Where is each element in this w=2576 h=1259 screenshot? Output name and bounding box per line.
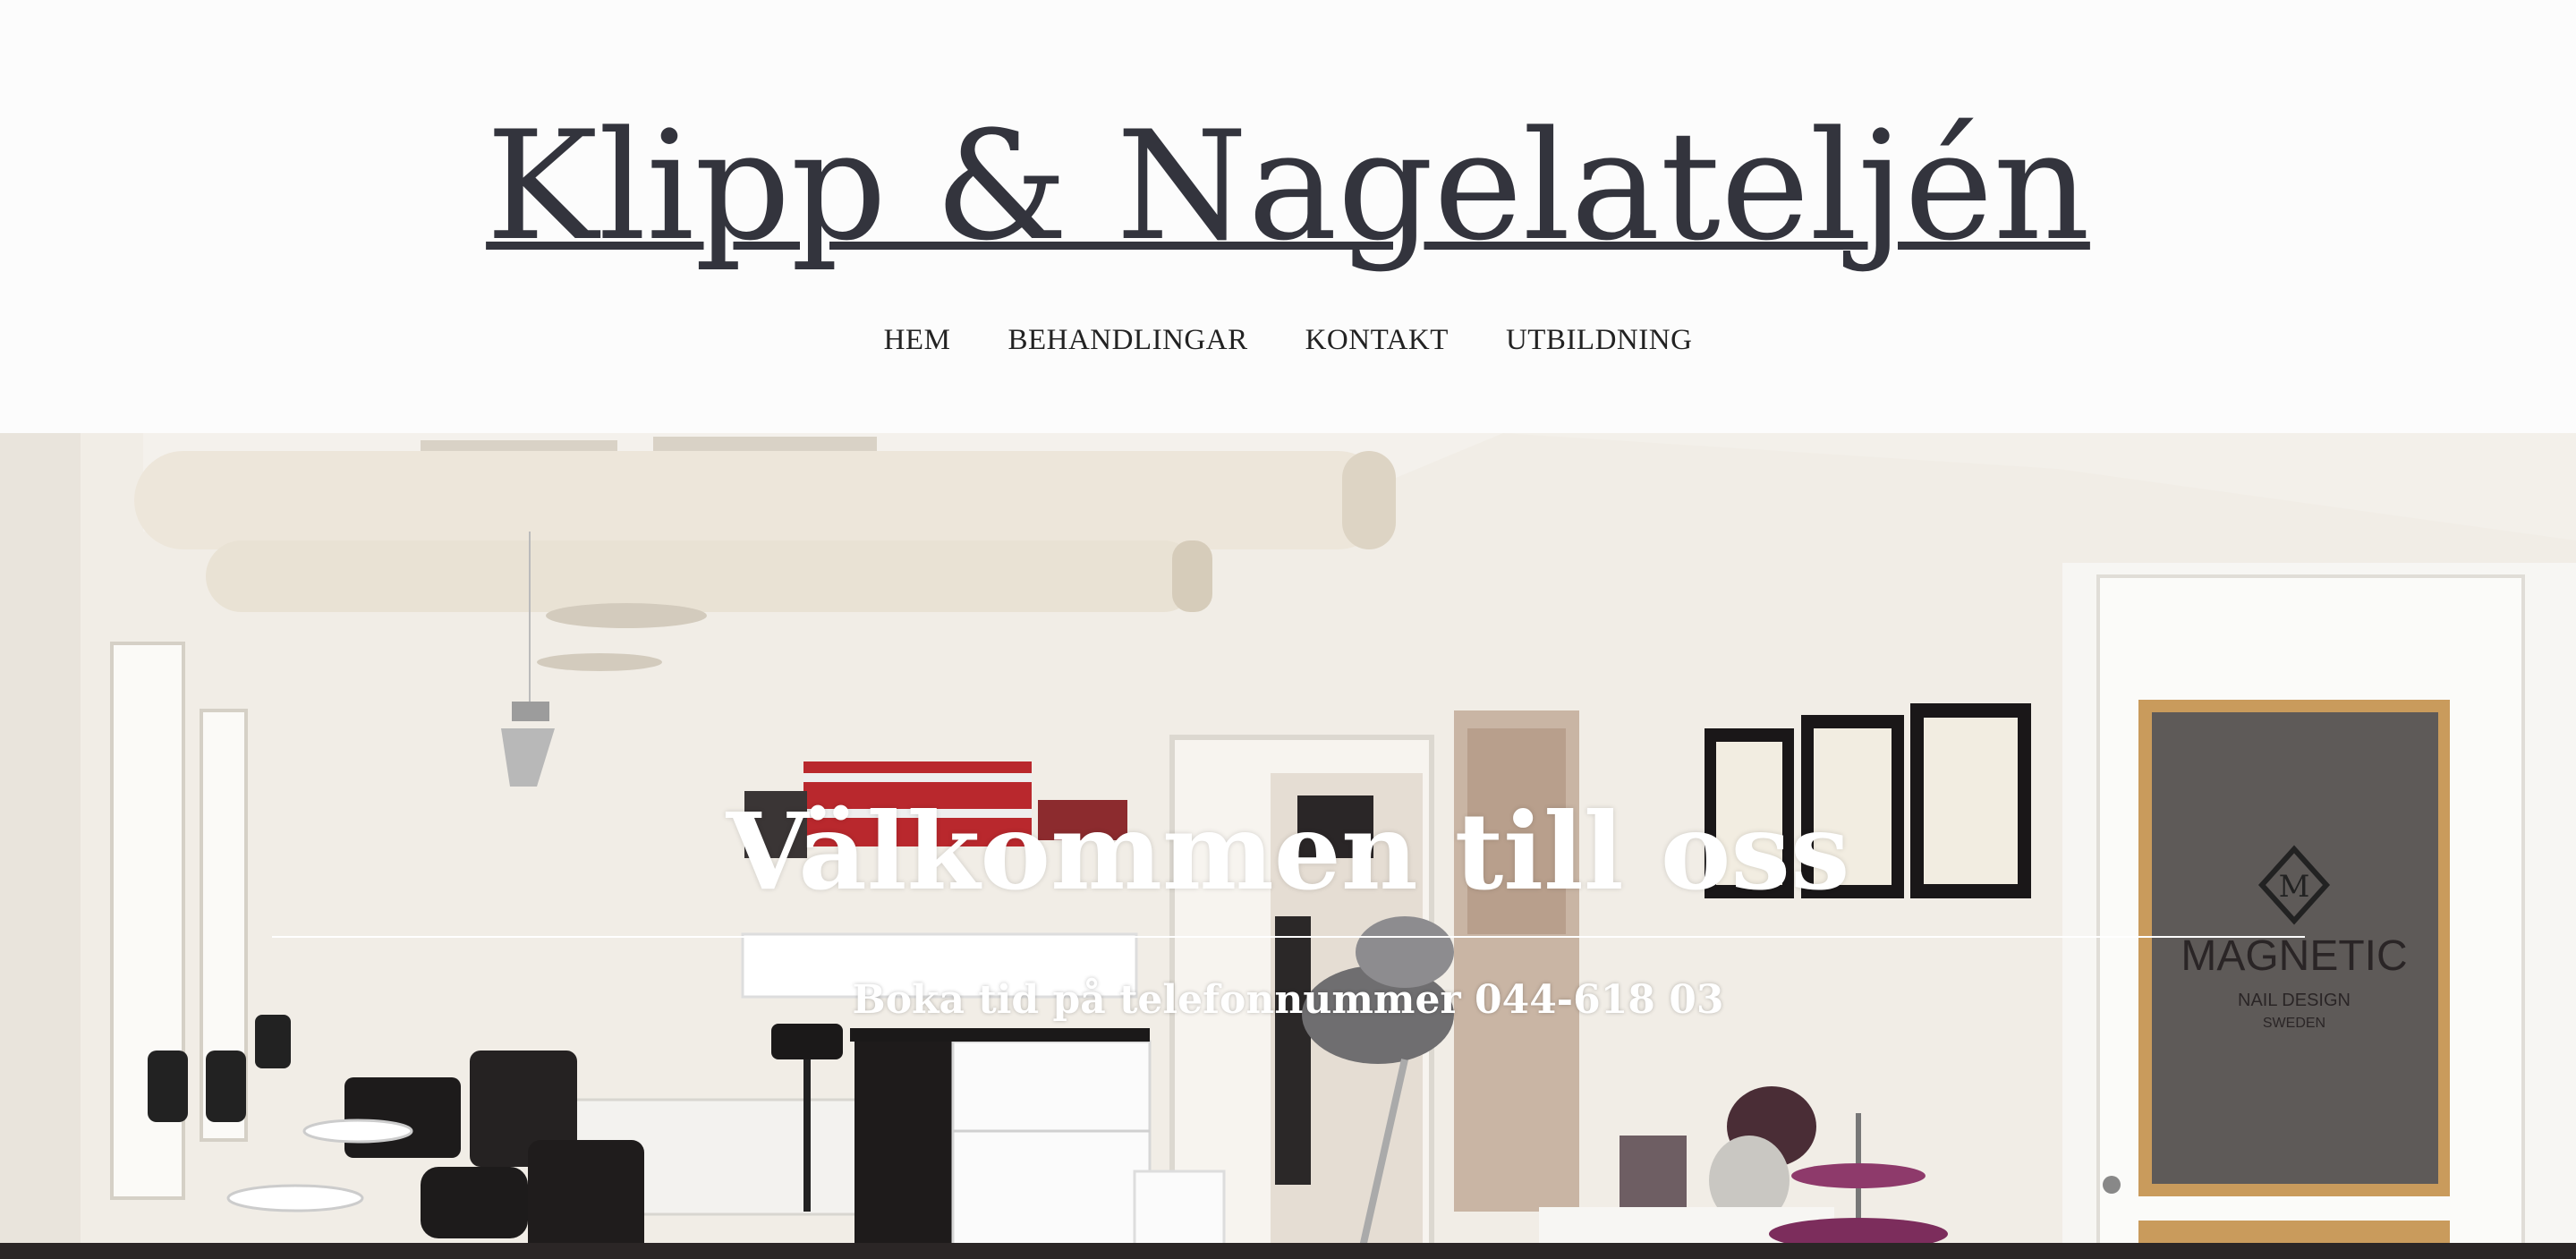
hero-heading: Välkommen till oss xyxy=(726,789,1850,914)
hero-subheading: Boka tid på telefonnummer 044-618 03 xyxy=(852,977,1724,1023)
site-header: Klipp & Nagelateljén HEM BEHANDLINGAR KO… xyxy=(0,0,2576,433)
site-title-link[interactable]: Klipp & Nagelateljén xyxy=(486,98,2090,274)
nav-item-hem[interactable]: HEM xyxy=(884,324,951,357)
hero-divider xyxy=(272,936,2305,938)
nav-item-behandlingar[interactable]: BEHANDLINGAR xyxy=(1007,324,1247,357)
site-title: Klipp & Nagelateljén xyxy=(0,97,2576,276)
main-nav: HEM BEHANDLINGAR KONTAKT UTBILDNING xyxy=(0,324,2576,357)
hero-banner: M MAGNETIC NAIL DESIGN SWEDEN Välkommen … xyxy=(0,433,2576,1259)
nav-item-utbildning[interactable]: UTBILDNING xyxy=(1506,324,1692,357)
nav-item-kontakt[interactable]: KONTAKT xyxy=(1305,324,1449,357)
